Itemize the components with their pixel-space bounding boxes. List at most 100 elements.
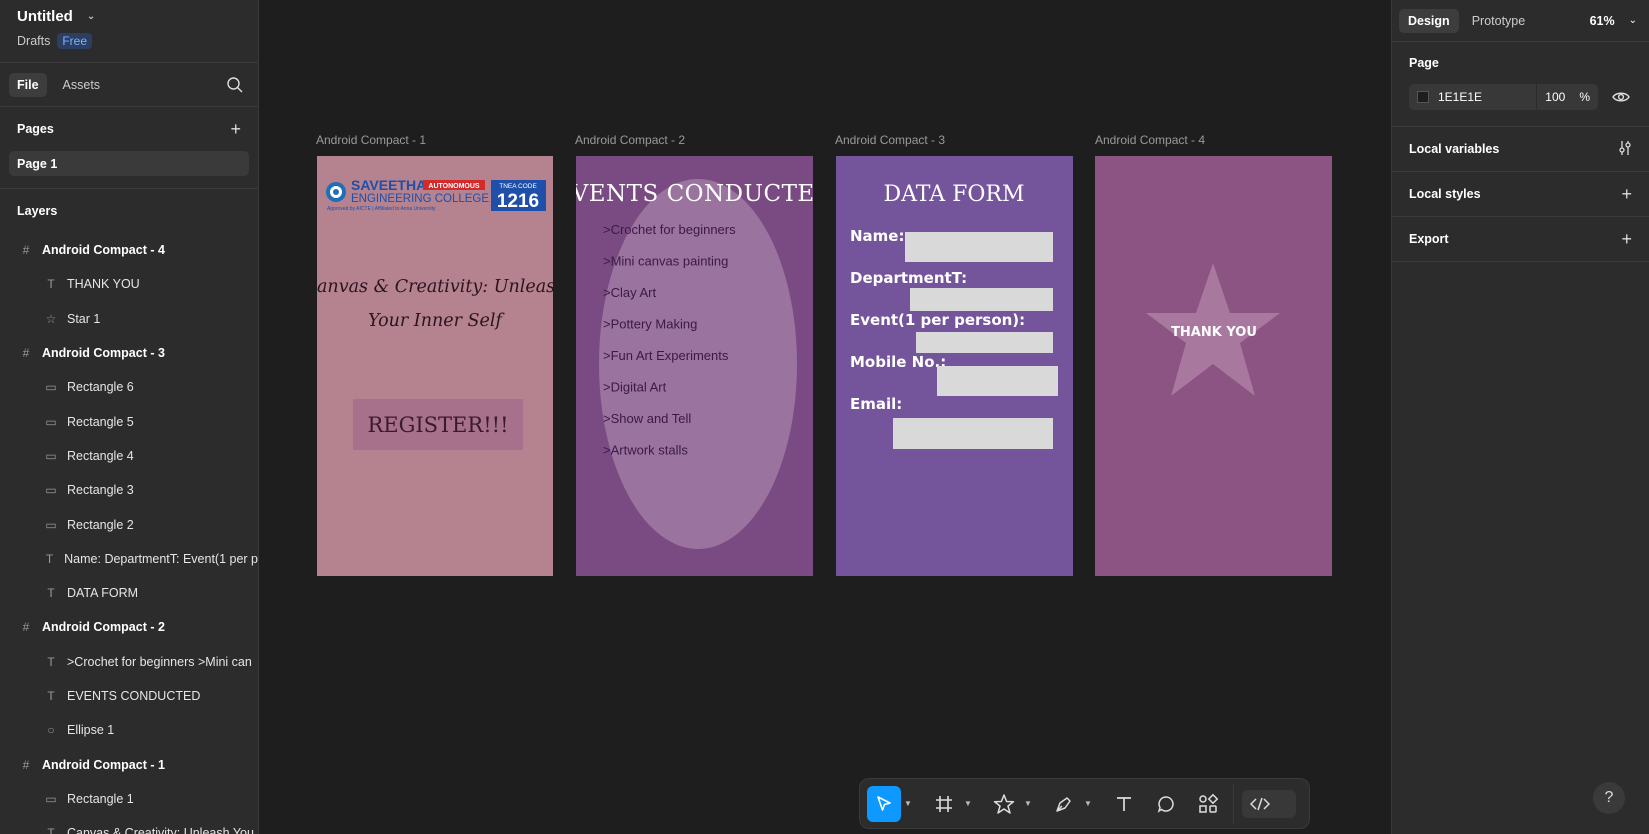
export-row: Export +: [1409, 217, 1632, 261]
event-item: >Clay Art: [603, 285, 656, 300]
page-item[interactable]: Page 1: [9, 151, 249, 176]
frame-android-compact-1[interactable]: SAVEETHA AUTONOMOUS ENGINEERING COLLEGE …: [317, 156, 553, 576]
local-styles-section: Local styles +: [1392, 172, 1649, 217]
zoom-menu[interactable]: 61% ⌄: [1590, 14, 1637, 28]
event-item: >Mini canvas painting: [603, 254, 728, 269]
actions-icon: [1199, 793, 1219, 813]
layer-label: Android Compact - 3: [42, 346, 165, 361]
dev-mode-toggle[interactable]: [1242, 789, 1296, 818]
text-icon: T: [47, 826, 55, 834]
frame-android-compact-4[interactable]: THANK YOU: [1095, 156, 1332, 576]
layer-item[interactable]: T Canvas & Creativity: Unleash You: [0, 816, 258, 834]
frame-label-1[interactable]: Android Compact - 1: [316, 133, 426, 147]
text-icon: T: [47, 654, 55, 669]
add-export-plus-icon[interactable]: +: [1621, 230, 1632, 248]
actions-button[interactable]: [1191, 786, 1225, 822]
frame-android-compact-2[interactable]: EVENTS CONDUCTED >Crochet for beginners >…: [576, 156, 813, 576]
field-label-event: Event(1 per person):: [850, 311, 1025, 329]
shape-tool-caret[interactable]: ▼: [1021, 786, 1035, 822]
layer-item[interactable]: ▭ Rectangle 3: [0, 473, 258, 507]
move-tool-caret[interactable]: ▼: [901, 786, 915, 822]
tab-file[interactable]: File: [9, 72, 47, 97]
rectangle-icon: ▭: [45, 791, 57, 806]
pen-icon: [1056, 796, 1071, 812]
layer-item[interactable]: T >Crochet for beginners >Mini can: [0, 645, 258, 679]
layer-item[interactable]: T EVENTS CONDUCTED: [0, 679, 258, 713]
text-tool-button[interactable]: [1107, 786, 1141, 822]
local-variables-label: Local variables: [1409, 142, 1500, 156]
frame-label-3[interactable]: Android Compact - 3: [835, 133, 945, 147]
tab-prototype[interactable]: Prototype: [1463, 9, 1535, 33]
layer-item[interactable]: # Android Compact - 3: [0, 336, 258, 370]
page-color-field[interactable]: 1E1E1E 100 %: [1409, 84, 1598, 110]
design-canvas[interactable]: Android Compact - 1 SAVEETHA AUTONOMOUS …: [259, 0, 1391, 834]
opacity-field[interactable]: 100 %: [1536, 84, 1598, 110]
frame-tool-button[interactable]: [927, 786, 961, 822]
add-page-plus-icon[interactable]: +: [230, 120, 241, 138]
layer-label: Rectangle 3: [67, 483, 134, 498]
percent-sign: %: [1579, 90, 1590, 104]
frame-1-background: [317, 156, 553, 576]
frame-label-4[interactable]: Android Compact - 4: [1095, 133, 1205, 147]
layer-label: Ellipse 1: [67, 723, 115, 738]
file-title-button[interactable]: Untitled ⌄: [17, 8, 241, 25]
layer-label: Star 1: [67, 311, 101, 326]
headline-line-1: Canvas & Creativity: Unleash: [317, 277, 553, 297]
pen-tool-button[interactable]: [1047, 786, 1081, 822]
shape-tool-button[interactable]: [987, 786, 1021, 822]
page-color-value[interactable]: 1E1E1E: [1438, 90, 1482, 104]
left-tabs: File Assets: [0, 63, 258, 107]
thank-you-text: THANK YOU: [1171, 325, 1257, 340]
layer-item[interactable]: # Android Compact - 2: [0, 610, 258, 644]
layer-label: Rectangle 1: [67, 791, 134, 806]
layer-item[interactable]: ▭ Rectangle 1: [0, 782, 258, 816]
add-style-plus-icon[interactable]: +: [1621, 185, 1632, 203]
comment-icon: [1157, 795, 1174, 813]
layer-item[interactable]: T DATA FORM: [0, 576, 258, 610]
layer-item[interactable]: ▭ Rectangle 6: [0, 370, 258, 404]
file-location: Drafts Free: [17, 33, 241, 49]
frame-2-artwork: EVENTS CONDUCTED >Crochet for beginners >…: [576, 156, 813, 576]
layer-item[interactable]: # Android Compact - 4: [0, 233, 258, 267]
layer-label: Rectangle 6: [67, 380, 134, 395]
help-button[interactable]: ?: [1593, 782, 1625, 814]
frame-4-artwork: THANK YOU: [1095, 156, 1332, 576]
frame-tool-caret[interactable]: ▼: [961, 786, 975, 822]
move-tool-button[interactable]: [867, 785, 901, 822]
layers-heading: Layers: [17, 204, 58, 218]
layer-list: # Android Compact - 4 T THANK YOU ☆ Star 1 # An…: [0, 233, 258, 834]
plan-badge[interactable]: Free: [57, 33, 93, 49]
layer-item[interactable]: # Android Compact - 1: [0, 747, 258, 781]
drafts-link[interactable]: Drafts: [17, 34, 50, 48]
layer-item[interactable]: ▭ Rectangle 2: [0, 507, 258, 541]
tab-assets[interactable]: Assets: [55, 73, 109, 97]
layer-item[interactable]: ○ Ellipse 1: [0, 713, 258, 747]
variables-icon[interactable]: [1618, 140, 1632, 159]
layer-item[interactable]: ▭ Rectangle 4: [0, 439, 258, 473]
local-variables-row[interactable]: Local variables: [1409, 127, 1632, 171]
frame-label-2[interactable]: Android Compact - 2: [575, 133, 685, 147]
layer-item[interactable]: ▭ Rectangle 5: [0, 404, 258, 438]
rectangle-6: [893, 418, 1053, 449]
search-icon[interactable]: [226, 76, 244, 94]
layer-item[interactable]: T THANK YOU: [0, 267, 258, 301]
layer-item[interactable]: ☆ Star 1: [0, 302, 258, 336]
data-form-title: DATA FORM: [883, 182, 1024, 207]
eye-icon[interactable]: [1610, 90, 1632, 104]
text-icon: T: [47, 586, 55, 601]
frame-icon: [936, 795, 952, 812]
rectangle-icon: ▭: [45, 483, 57, 498]
rectangle-icon: ▭: [45, 414, 57, 429]
color-swatch[interactable]: [1417, 91, 1429, 103]
layer-item[interactable]: T Name: DepartmentT: Event(1 per p: [0, 542, 258, 576]
frame-android-compact-3[interactable]: DATA FORM Name: DepartmentT: Event(1 per…: [836, 156, 1073, 576]
rectangle-icon: ▭: [45, 380, 57, 395]
export-label: Export: [1409, 232, 1449, 246]
layer-label: EVENTS CONDUCTED: [67, 689, 201, 703]
field-label-email: Email:: [850, 395, 902, 413]
pages-heading: Pages: [17, 122, 54, 136]
tab-design[interactable]: Design: [1399, 8, 1459, 33]
comment-tool-button[interactable]: [1149, 786, 1183, 822]
pen-tool-caret[interactable]: ▼: [1081, 786, 1095, 822]
register-button-text: REGISTER!!!: [367, 413, 508, 437]
